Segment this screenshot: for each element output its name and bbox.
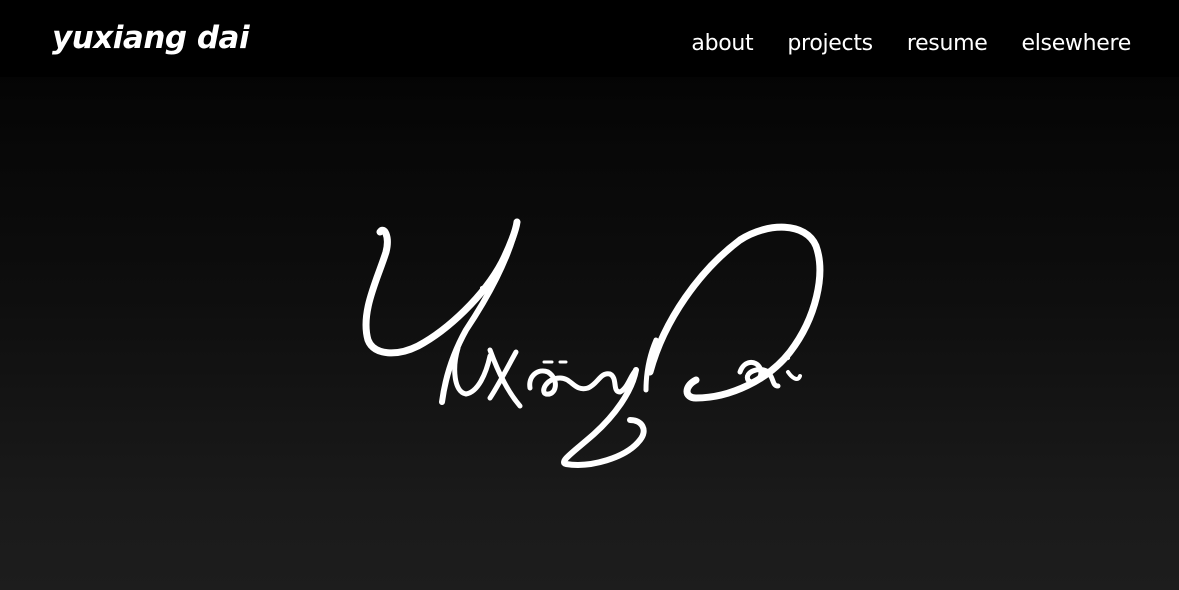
nav-elsewhere-link[interactable]: elsewhere — [1021, 31, 1131, 56]
nav-projects-link[interactable]: projects — [787, 31, 873, 56]
nav-about-link[interactable]: about — [691, 31, 753, 56]
nav-resume-link[interactable]: resume — [907, 31, 988, 56]
site-header: yuxiang dai about projects resume elsewh… — [0, 0, 1179, 77]
main-nav: about projects resume elsewhere — [691, 31, 1131, 56]
signature-image — [362, 218, 824, 468]
site-title-link[interactable]: yuxiang dai — [52, 20, 250, 56]
